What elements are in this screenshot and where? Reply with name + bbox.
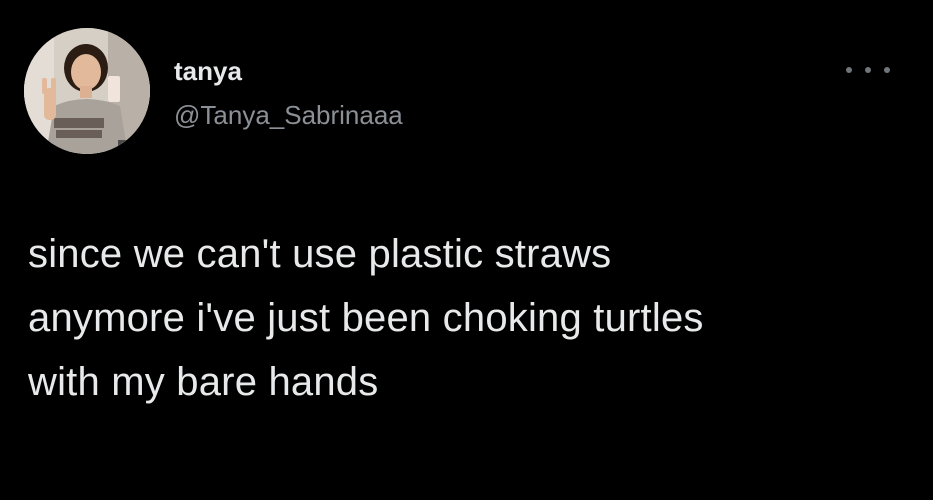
- tweet-card: tanya @Tanya_Sabrinaaa since we can't us…: [0, 0, 933, 500]
- tweet-text-line: since we can't use plastic straws: [28, 232, 612, 276]
- avatar-photo: [24, 28, 150, 154]
- tweet-text: since we can't use plastic straws anymor…: [28, 222, 908, 414]
- ellipsis-icon: [865, 67, 871, 73]
- ellipsis-icon: [884, 67, 890, 73]
- author-handle[interactable]: @Tanya_Sabrinaaa: [174, 100, 403, 131]
- avatar[interactable]: [24, 28, 150, 154]
- author-display-name[interactable]: tanya: [174, 56, 242, 87]
- more-options-button[interactable]: [846, 58, 890, 82]
- ellipsis-icon: [846, 67, 852, 73]
- tweet-text-line: with my bare hands: [28, 360, 379, 404]
- tweet-text-line: anymore i've just been choking turtles: [28, 296, 704, 340]
